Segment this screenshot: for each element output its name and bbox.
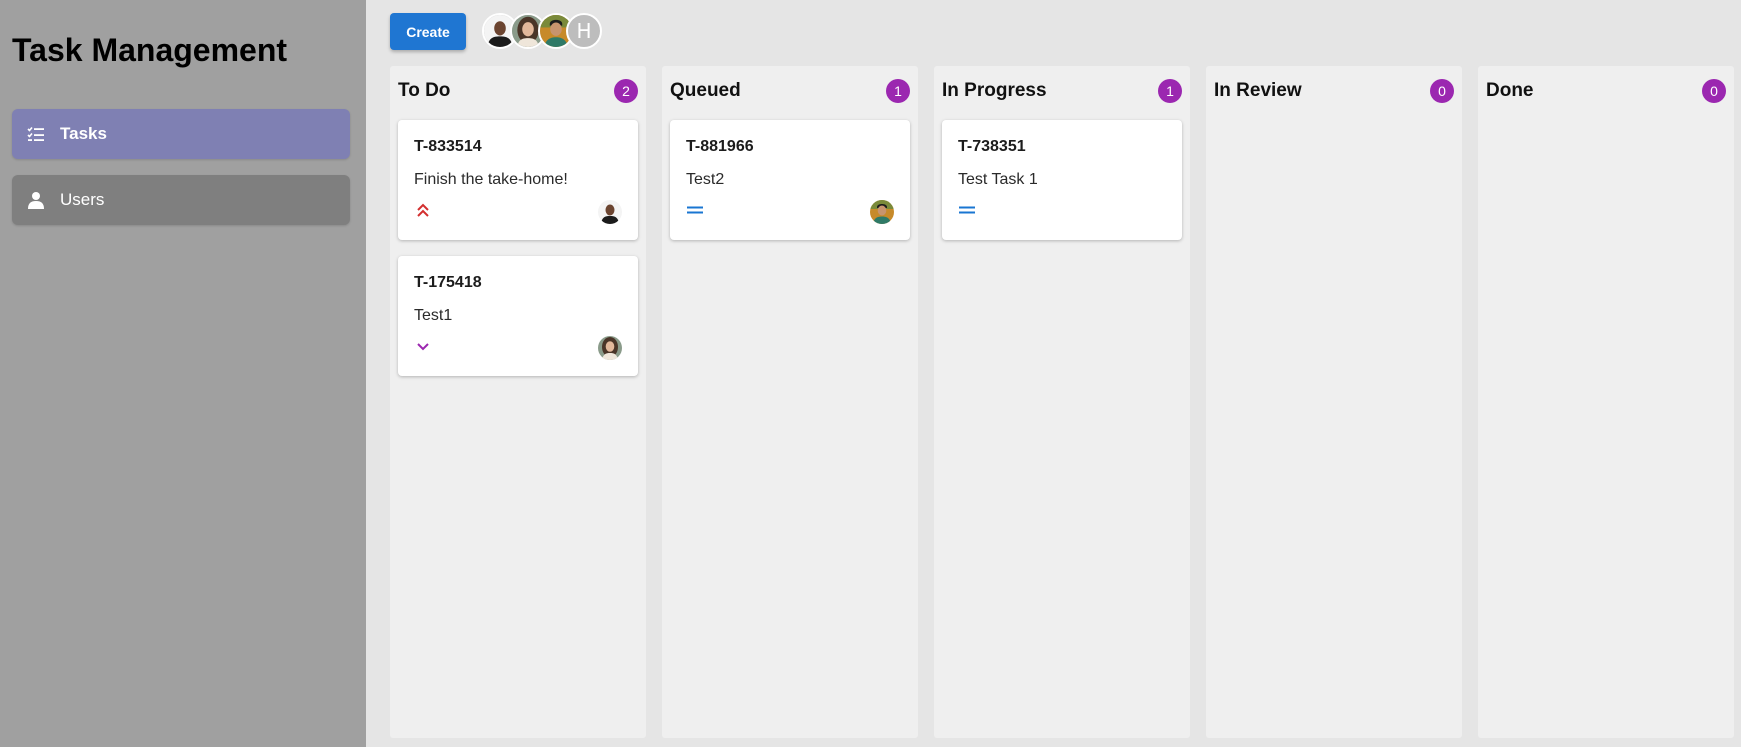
assignee-avatar[interactable]	[870, 200, 894, 224]
column-to-do: To Do 2 T-833514 Finish the take-home! T…	[390, 66, 646, 738]
column-title: Done	[1486, 80, 1534, 101]
task-card[interactable]: T-881966 Test2	[670, 120, 910, 240]
column-in-review: In Review 0	[1206, 66, 1462, 738]
task-id: T-881966	[686, 138, 754, 155]
task-id: T-738351	[958, 138, 1026, 155]
priority-low-icon	[414, 337, 432, 355]
sidebar-item-users[interactable]: Users	[12, 175, 350, 225]
sidebar-item-label: Users	[60, 190, 105, 209]
task-card[interactable]: T-175418 Test1	[398, 256, 638, 376]
task-id: T-833514	[414, 138, 482, 155]
column-count-badge: 1	[886, 79, 910, 103]
priority-medium-icon	[958, 201, 976, 219]
column-count-badge: 0	[1430, 79, 1454, 103]
person-icon	[25, 189, 47, 211]
app-title: Task Management	[12, 32, 288, 68]
column-header: Done 0	[1486, 78, 1726, 104]
column-header: In Review 0	[1214, 78, 1454, 104]
user-avatar-group[interactable]: H	[482, 13, 602, 49]
avatar-initial[interactable]: H	[566, 13, 602, 49]
priority-medium-icon	[686, 201, 704, 219]
task-title: Finish the take-home!	[414, 171, 568, 188]
column-title: To Do	[398, 80, 451, 101]
task-card[interactable]: T-833514 Finish the take-home!	[398, 120, 638, 240]
column-count-badge: 2	[614, 79, 638, 103]
sidebar-item-label: Tasks	[60, 124, 107, 143]
column-header: To Do 2	[398, 78, 638, 104]
column-count-badge: 0	[1702, 79, 1726, 103]
task-title: Test1	[414, 307, 453, 324]
column-done: Done 0	[1478, 66, 1734, 738]
main-board: Create H To Do 2 T-833514 Finish the tak…	[366, 0, 1741, 747]
column-title: Queued	[670, 80, 741, 101]
column-title: In Review	[1214, 80, 1302, 101]
assignee-avatar[interactable]	[598, 200, 622, 224]
checklist-icon	[25, 123, 47, 145]
create-button[interactable]: Create	[390, 13, 466, 50]
priority-highest-icon	[414, 201, 432, 219]
column-title: In Progress	[942, 80, 1047, 101]
task-card[interactable]: T-738351 Test Task 1	[942, 120, 1182, 240]
column-in-progress: In Progress 1 T-738351 Test Task 1	[934, 66, 1190, 738]
sidebar-item-tasks[interactable]: Tasks	[12, 109, 350, 159]
column-queued: Queued 1 T-881966 Test2	[662, 66, 918, 738]
column-count-badge: 1	[1158, 79, 1182, 103]
column-header: Queued 1	[670, 78, 910, 104]
task-title: Test Task 1	[958, 171, 1038, 188]
sidebar: Task Management Tasks Users	[0, 0, 366, 747]
assignee-avatar[interactable]	[598, 336, 622, 360]
column-header: In Progress 1	[942, 78, 1182, 104]
task-title: Test2	[686, 171, 725, 188]
task-id: T-175418	[414, 274, 482, 291]
